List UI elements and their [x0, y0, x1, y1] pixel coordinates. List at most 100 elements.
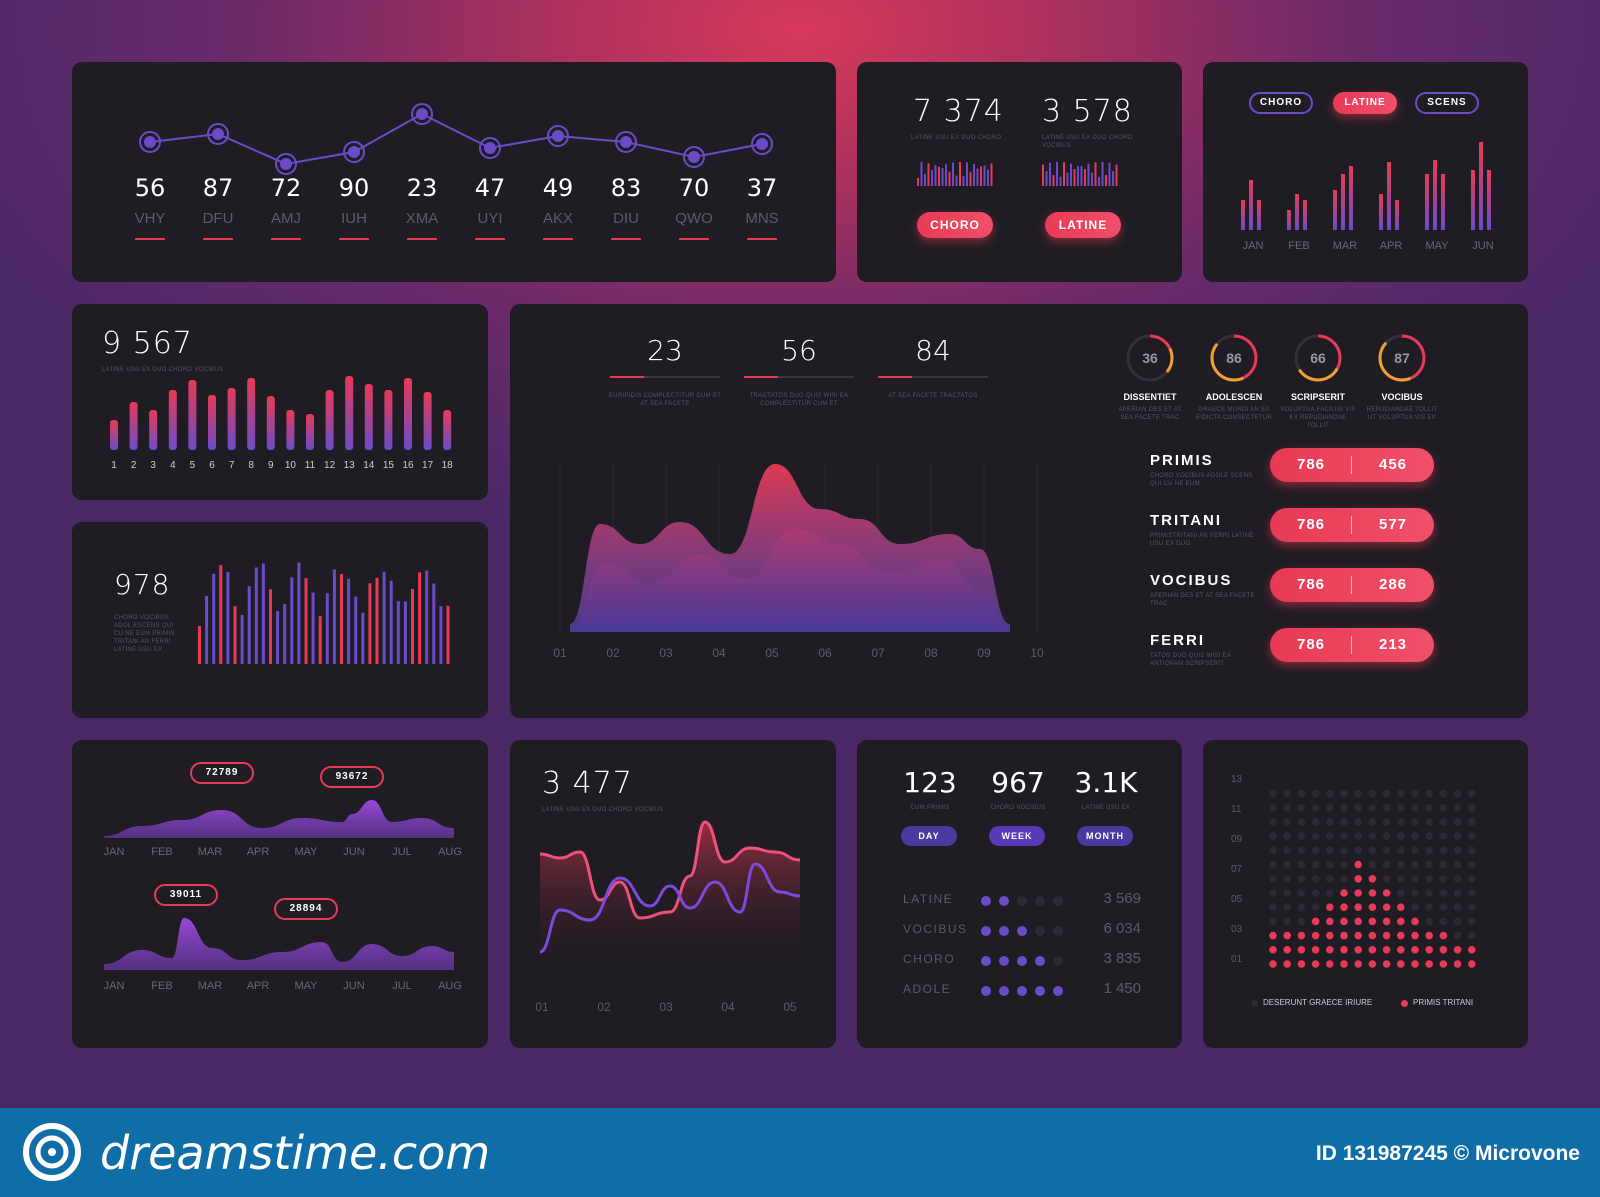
series-point [280, 158, 292, 170]
period-tab[interactable]: WEEK [989, 826, 1045, 846]
row-value-pill[interactable]: 786 286 [1270, 568, 1434, 602]
matrix-dot [1411, 846, 1419, 855]
area-tag[interactable]: 72789 [190, 762, 254, 784]
area-tag[interactable]: 28894 [274, 898, 338, 920]
gauge-name: SCRIPSERIT [1290, 392, 1345, 402]
matrix-dot [1439, 903, 1448, 911]
matrix-dot [1411, 860, 1419, 869]
month-bar [1257, 200, 1261, 230]
row-value-pill[interactable]: 786 456 [1270, 448, 1434, 482]
rating-dot [1035, 896, 1045, 906]
matrix-dot [1397, 917, 1405, 926]
row-value-pill[interactable]: 786 213 [1270, 628, 1434, 662]
row-name: VOCIBUS [1150, 572, 1233, 589]
month-bar [1333, 190, 1337, 230]
mini-bar [1105, 175, 1107, 186]
rating-dot [1053, 986, 1063, 996]
rating-dot [1053, 926, 1063, 936]
numbered-bar [306, 414, 314, 450]
thin-bar [340, 574, 343, 664]
thin-bar [205, 595, 209, 664]
mini-bars [917, 162, 1118, 186]
row-value-pill[interactable]: 786 577 [1270, 508, 1434, 542]
month-label: MAR [197, 846, 223, 858]
period-tab[interactable]: MONTH [1077, 826, 1133, 846]
row-name: TRITANI [1150, 512, 1223, 529]
mini-bar [1091, 172, 1093, 186]
center-stat-value: 84 [915, 334, 951, 367]
mini-bar [1063, 162, 1065, 186]
row-value: 6 034 [1103, 920, 1141, 937]
mini-bar [1112, 171, 1114, 186]
matrix-dot [1311, 804, 1320, 812]
month-bar [1287, 210, 1291, 230]
series-point [484, 142, 496, 154]
spiral-logo-icon [23, 1123, 81, 1181]
matrix-dot [1368, 875, 1377, 883]
thin-bar [439, 606, 443, 664]
category-label: XMA [405, 210, 439, 227]
rating-dot [1017, 896, 1027, 906]
value-label: 49 [542, 174, 574, 202]
month-label: MAR [197, 980, 223, 992]
numbered-bar [443, 410, 452, 450]
month-bar [1341, 174, 1345, 230]
mini-bar [980, 166, 982, 186]
matrix-dot [1297, 917, 1306, 926]
x-tick-label: 01 [553, 646, 567, 660]
matrix-dot [1425, 875, 1433, 883]
month-label: JUN [343, 980, 365, 992]
series-point [688, 151, 700, 163]
matrix-dot [1439, 789, 1448, 798]
area-tag[interactable]: 93672 [320, 766, 384, 788]
mini-bar [1094, 162, 1097, 186]
bar-index-label: 3 [150, 460, 156, 471]
numbered-bar [188, 380, 197, 450]
area-tag[interactable]: 39011 [154, 884, 218, 906]
matrix-dot [1340, 804, 1348, 812]
matrix-dot [1425, 931, 1433, 940]
period-tab[interactable]: DAY [901, 826, 957, 846]
matrix-dot [1368, 917, 1377, 926]
value-label: 90 [338, 174, 370, 202]
choro-button[interactable]: CHORO [917, 212, 993, 238]
numbered-bar [325, 390, 334, 450]
matrix-dot [1468, 960, 1476, 968]
latine-button[interactable]: LATINE [1045, 212, 1121, 238]
matrix-dot [1311, 960, 1320, 968]
center-stat-desc: TRACTATOS DUO QUIS WISI EA COMPLECTITUR … [749, 393, 849, 407]
mini-bar [1059, 176, 1062, 186]
y-tick-label: 07 [1231, 864, 1243, 875]
matrix-dot [1382, 931, 1391, 940]
matrix-dot [1297, 960, 1306, 968]
x-tick-label: 07 [871, 646, 885, 660]
mini-bar [1080, 165, 1083, 186]
thin-bar [432, 583, 436, 664]
numbered-bar [404, 378, 412, 450]
month-bar [1349, 166, 1353, 230]
category-underline [339, 238, 369, 240]
period-desc: LATINE USU EX [1081, 805, 1131, 811]
matrix-dot [1297, 804, 1306, 812]
thin-bar [425, 570, 429, 664]
category-label: DFU [202, 210, 234, 227]
matrix-dot [1397, 960, 1405, 968]
matrix-dot [1311, 903, 1320, 911]
matrix-dot [1411, 832, 1419, 840]
matrix-dot [1340, 818, 1348, 826]
x-tick-label: 05 [783, 1000, 797, 1014]
x-tick-label: 10 [1030, 646, 1044, 660]
matrix-dot [1326, 917, 1334, 926]
category-underline [611, 238, 641, 240]
mini-bar [1073, 169, 1076, 186]
mini-bar [1108, 162, 1111, 186]
matrix-dot [1269, 832, 1277, 840]
gauge-name: VOCIBUS [1381, 392, 1423, 402]
matrix-dot [1439, 846, 1448, 855]
month-label: JUL [392, 980, 412, 992]
matrix-dot [1269, 946, 1277, 954]
x-tick-label: 03 [659, 646, 673, 660]
y-tick-label: 05 [1231, 894, 1243, 905]
matrix-dot [1411, 818, 1419, 826]
matrix-dot [1439, 804, 1448, 812]
